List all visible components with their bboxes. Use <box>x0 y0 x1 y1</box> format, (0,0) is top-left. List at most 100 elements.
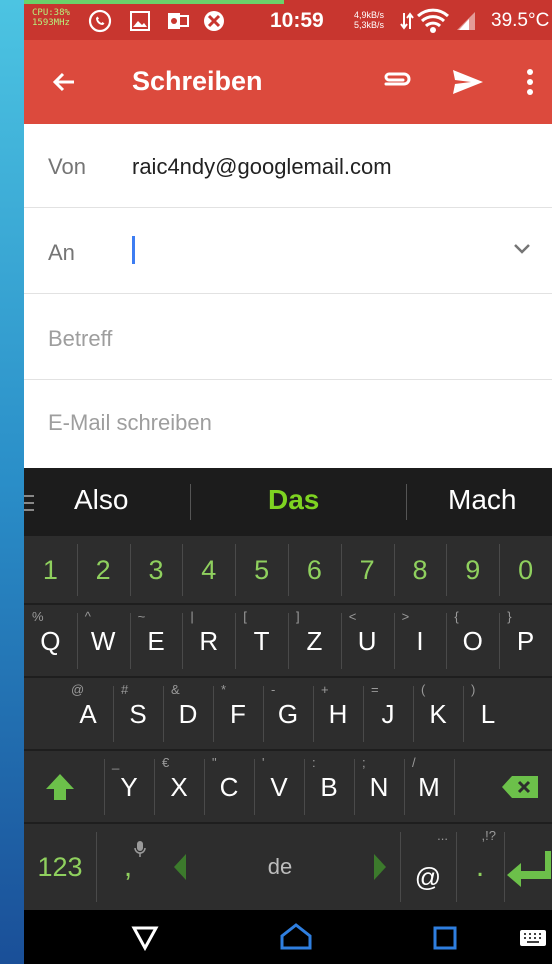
back-triangle-icon[interactable] <box>128 920 162 954</box>
keyboard-icon[interactable] <box>518 920 552 954</box>
key-j[interactable]: J = <box>363 678 413 750</box>
key-i[interactable]: I > <box>394 605 447 677</box>
app-bar: Schreiben <box>24 40 552 124</box>
key-y[interactable]: Y _ <box>104 751 154 823</box>
body-row[interactable]: E-Mail schreiben <box>24 380 552 468</box>
from-value[interactable]: raic4ndy@googlemail.com <box>132 154 392 180</box>
enter-icon[interactable] <box>504 824 552 910</box>
outlook-icon <box>166 9 190 33</box>
key-separator <box>340 544 342 596</box>
key-e-hint: ~ <box>137 609 146 624</box>
from-row[interactable]: Von raic4ndy@googlemail.com <box>24 124 552 208</box>
key-d[interactable]: D & <box>163 678 213 750</box>
key-w[interactable]: W ^ <box>77 605 130 677</box>
key-r[interactable]: R | <box>182 605 235 677</box>
key-x-label: X <box>170 771 188 802</box>
key-z[interactable]: Z] <box>288 605 341 677</box>
key-t[interactable]: T[ <box>235 605 288 677</box>
key-k[interactable]: K( <box>413 678 463 750</box>
temperature: 39.5°C <box>491 10 550 31</box>
key-f[interactable]: F * <box>213 678 263 750</box>
key-separator <box>235 544 237 596</box>
menu-icon[interactable] <box>24 492 36 514</box>
key-r-hint: | <box>190 609 194 624</box>
key-n-label: N <box>369 771 389 802</box>
key-1[interactable]: 1 <box>24 536 77 604</box>
key-c[interactable]: C " <box>204 751 254 823</box>
suggestion-divider <box>190 484 191 520</box>
key-a[interactable]: A @ <box>63 678 113 750</box>
key-h-hint: + <box>321 682 329 697</box>
key-g[interactable]: G- <box>263 678 313 750</box>
key-9[interactable]: 9 <box>446 536 499 604</box>
key-h[interactable]: H + <box>313 678 363 750</box>
numbers-switch-key[interactable]: 123 <box>24 824 96 910</box>
key-t-hint: [ <box>243 609 247 624</box>
body-field[interactable]: E-Mail schreiben <box>48 410 212 436</box>
key-f-hint: * <box>221 682 227 697</box>
back-arrow-icon[interactable] <box>48 66 80 98</box>
key-4[interactable]: 4 <box>182 536 235 604</box>
home-icon[interactable] <box>278 920 312 954</box>
suggestion-2[interactable]: Das <box>268 484 319 516</box>
recents-icon[interactable] <box>428 920 462 954</box>
key-n[interactable]: N; <box>354 751 404 823</box>
more-vert-icon[interactable] <box>518 66 542 98</box>
key-v[interactable]: V ' <box>254 751 304 823</box>
key-u-label: U <box>357 625 377 656</box>
key-c-label: C <box>219 771 239 802</box>
send-icon[interactable] <box>450 64 486 100</box>
key-p[interactable]: P} <box>499 605 552 677</box>
key-k-label: K <box>429 698 447 729</box>
rate-up: 5,3kB/s <box>354 20 385 30</box>
key-b[interactable]: B: <box>304 751 354 823</box>
subject-field[interactable]: Betreff <box>48 326 112 352</box>
key-3-label: 3 <box>148 554 164 585</box>
key-s-label: S <box>129 698 147 729</box>
key-separator <box>404 759 405 815</box>
key-q[interactable]: Q% <box>24 605 77 677</box>
key-o-label: O <box>462 625 483 656</box>
key-2[interactable]: 2 <box>77 536 130 604</box>
comma-key[interactable]: , <box>96 824 160 910</box>
key-separator <box>163 686 164 742</box>
network-rate: 4,9kB/s 5,3kB/s <box>354 10 384 30</box>
key-0[interactable]: 0 <box>499 536 552 604</box>
key-m[interactable]: M / <box>404 751 454 823</box>
background-edge <box>0 0 24 964</box>
key-s[interactable]: S # <box>113 678 163 750</box>
backspace-icon[interactable] <box>488 751 552 823</box>
key-separator <box>182 613 184 669</box>
suggestion-3[interactable]: Mach <box>448 484 516 516</box>
key-o[interactable]: O{ <box>446 605 499 677</box>
suggestion-1[interactable]: Also <box>74 484 128 516</box>
key-d-hint: & <box>171 682 180 697</box>
at-key[interactable]: @... <box>400 824 456 910</box>
key-x[interactable]: X € <box>154 751 204 823</box>
key-7[interactable]: 7 <box>341 536 394 604</box>
key-separator <box>340 613 342 669</box>
space-right-arrow-icon <box>372 852 388 889</box>
attachment-icon[interactable] <box>380 66 412 98</box>
key-5[interactable]: 5 <box>235 536 288 604</box>
key-3[interactable]: 3 <box>130 536 183 604</box>
key-u[interactable]: U < <box>341 605 394 677</box>
key-6[interactable]: 6 <box>288 536 341 604</box>
subject-row[interactable]: Betreff <box>24 294 552 380</box>
key-n-hint: ; <box>362 755 366 770</box>
period-key[interactable]: .,!? <box>456 824 504 910</box>
space-key[interactable]: de <box>160 824 400 910</box>
key-l[interactable]: L) <box>463 678 513 750</box>
key-9-label: 9 <box>465 554 481 585</box>
key-e[interactable]: E ~ <box>130 605 183 677</box>
to-row[interactable]: An <box>24 208 552 294</box>
shift-icon[interactable] <box>24 751 96 823</box>
key-x-hint: € <box>162 755 170 770</box>
key-separator <box>499 544 501 596</box>
key-separator <box>104 759 105 815</box>
key-c-hint: " <box>212 755 217 770</box>
at-key-hint: ... <box>437 828 448 843</box>
key-separator <box>313 686 314 742</box>
key-8[interactable]: 8 <box>394 536 447 604</box>
chevron-down-icon[interactable] <box>512 242 532 256</box>
